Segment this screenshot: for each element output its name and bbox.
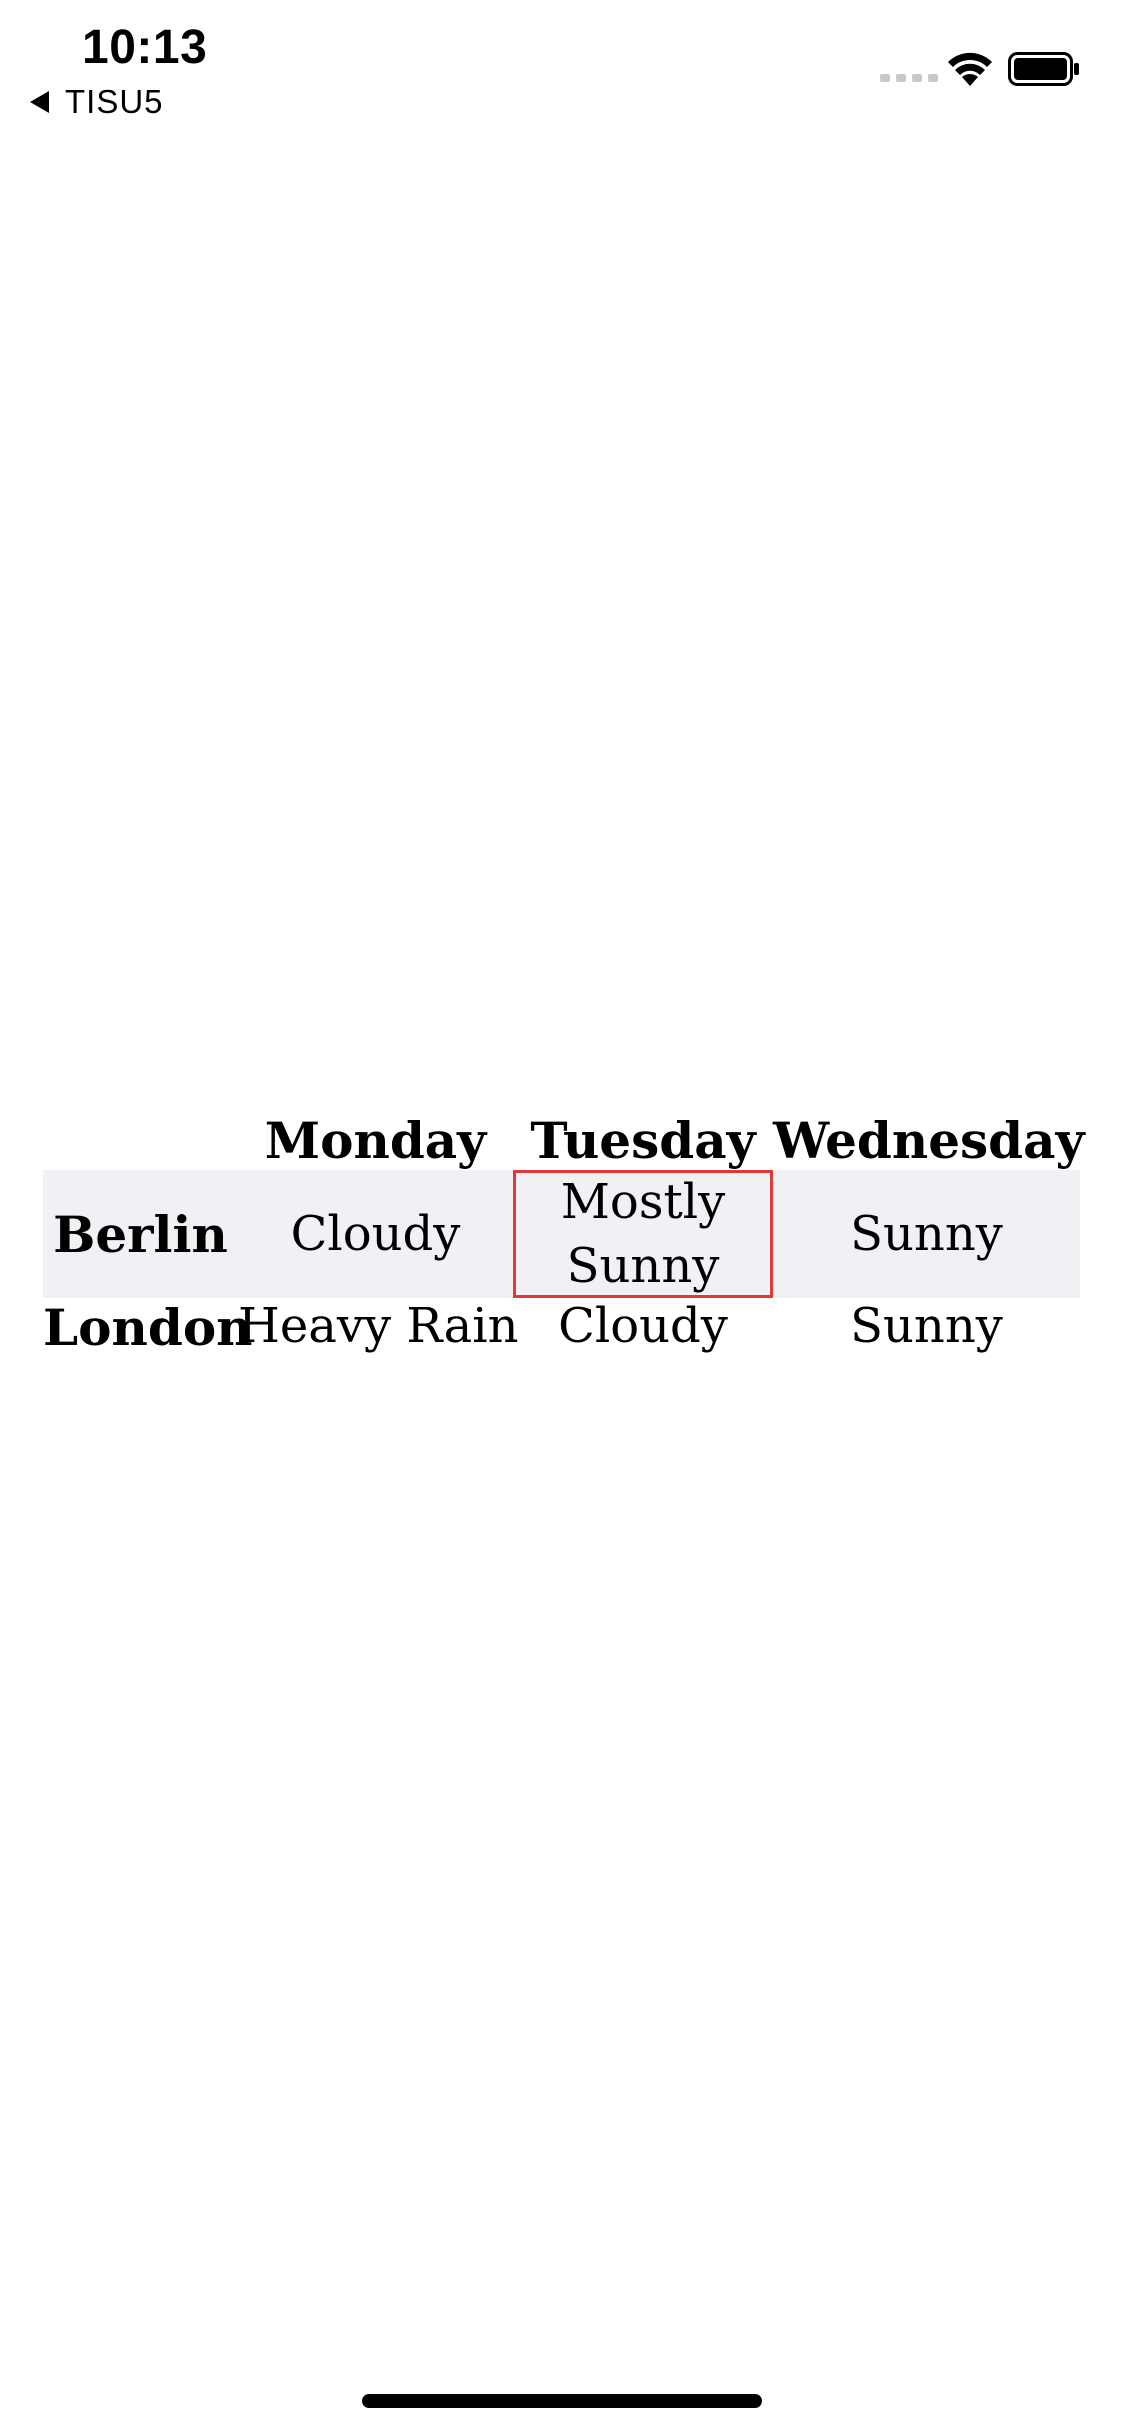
table-row: Berlin Cloudy Mostly Sunny Sunny	[43, 1170, 1080, 1298]
column-header-wednesday: Wednesday	[773, 1111, 1085, 1170]
weather-table: Monday Tuesday Wednesday Berlin Cloudy M…	[43, 1110, 1085, 1360]
table-cell[interactable]: Heavy Rain	[238, 1298, 519, 1360]
table-header-row: Monday Tuesday Wednesday	[43, 1110, 1085, 1170]
row-header-berlin: Berlin	[53, 1204, 228, 1264]
column-header-tuesday: Tuesday	[530, 1111, 756, 1170]
battery-icon	[1008, 52, 1079, 86]
back-app-label: TISU5	[65, 83, 164, 120]
column-header-empty	[43, 1110, 238, 1170]
home-indicator[interactable]	[362, 2394, 762, 2408]
table-cell[interactable]: Cloudy	[238, 1170, 513, 1298]
focused-table-cell[interactable]: Mostly Sunny	[513, 1170, 773, 1298]
table-cell[interactable]: Sunny	[773, 1298, 1080, 1360]
row-header-london: London	[43, 1298, 253, 1357]
table-cell-text: Mostly Sunny	[560, 1174, 726, 1294]
status-time: 10:13	[82, 21, 208, 74]
back-to-app-button[interactable]: TISU5	[30, 82, 164, 122]
wifi-icon	[948, 52, 992, 86]
table-cell[interactable]: Cloudy	[513, 1298, 773, 1360]
cellular-signal-icon	[880, 74, 938, 82]
back-triangle-icon	[30, 91, 49, 113]
column-header-monday: Monday	[264, 1111, 487, 1170]
table-cell[interactable]: Sunny	[773, 1170, 1080, 1298]
table-row: London Heavy Rain Cloudy Sunny	[43, 1298, 1080, 1360]
